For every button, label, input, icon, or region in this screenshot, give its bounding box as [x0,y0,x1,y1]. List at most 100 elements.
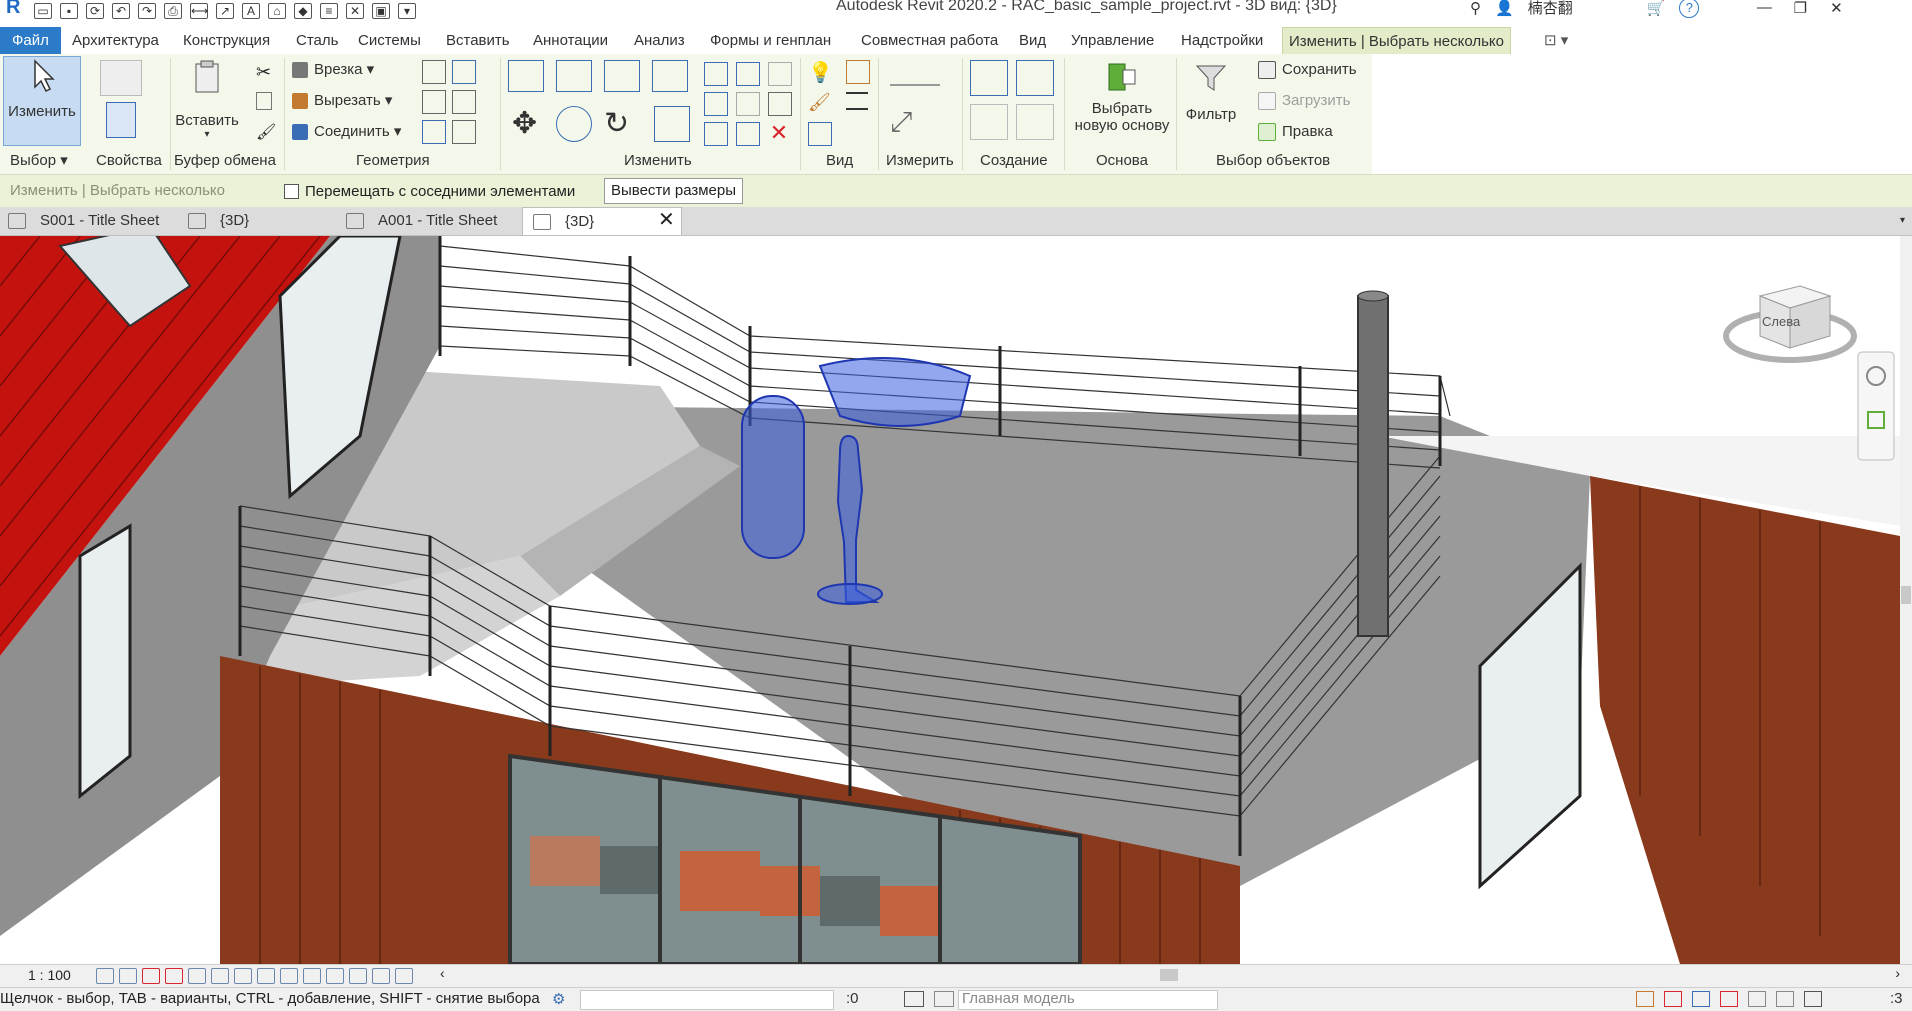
analytical-model-icon[interactable] [372,968,390,984]
linework-style-icon[interactable] [846,92,868,110]
dimension-icon[interactable]: ↗ [216,2,234,19]
user-icon[interactable]: 👤 [1495,0,1514,17]
split-gap-icon[interactable] [736,62,760,86]
background-processes-icon[interactable] [1776,991,1794,1007]
join-geometry-button[interactable]: Соединить ▾ [292,121,401,143]
copy-element-icon[interactable] [556,106,592,142]
visual-style-icon[interactable] [119,968,137,984]
switch-windows-icon[interactable]: ▣ [372,2,390,19]
section-icon[interactable]: ◆ [294,2,312,19]
open-icon[interactable]: ▭ [34,2,52,19]
create-assembly-icon[interactable] [970,60,1008,96]
scroll-left-icon[interactable]: ‹ [440,965,445,981]
redo-icon[interactable]: ↷ [138,2,156,19]
mirror-pick-axis-icon[interactable] [604,60,640,92]
3d-viewport[interactable]: Слева [0,236,1900,964]
close-tab-icon[interactable]: ✕ [658,207,675,232]
sync-icon[interactable]: ⟳ [86,2,104,19]
match-properties-icon[interactable]: 🖌 [256,122,278,144]
align-icon[interactable] [508,60,544,92]
modify-button[interactable]: Изменить [3,56,81,146]
properties-icon[interactable] [106,102,136,138]
detail-level-icon[interactable] [96,968,114,984]
tab-addins[interactable]: Надстройки [1175,27,1269,54]
tab-systems[interactable]: Системы [352,27,427,54]
hide-in-view-icon[interactable]: 💡 [808,60,833,84]
view-tab-a001[interactable]: A001 - Title Sheet [346,207,497,235]
drag-on-selection-icon[interactable] [1748,991,1766,1007]
cope-button[interactable]: Врезка ▾ [292,59,374,81]
select-underlay-icon[interactable] [1664,991,1682,1007]
close-window-button[interactable]: ✕ [1825,0,1847,17]
select-links-icon[interactable] [1636,991,1654,1007]
tab-view[interactable]: Вид [1013,27,1052,54]
crop-view-icon[interactable] [211,968,229,984]
scroll-right-icon[interactable]: › [1895,965,1900,981]
create-parts-icon[interactable] [1016,60,1054,96]
tab-massing-site[interactable]: Формы и генплан [704,27,837,54]
delete-icon[interactable]: ✕ [768,122,790,144]
filter-button[interactable]: Фильтр [1180,58,1242,123]
demolish-icon[interactable] [452,120,476,144]
create-similar-icon[interactable] [1016,104,1054,140]
workset-dropdown[interactable] [580,990,834,1010]
measure-icon[interactable]: ⟷ [190,2,208,19]
editable-only-icon[interactable] [904,991,924,1007]
tab-insert[interactable]: Вставить [440,27,516,54]
create-group-icon[interactable] [970,104,1008,140]
cart-icon[interactable]: 🛒 [1647,0,1666,17]
undo-icon[interactable]: ↶ [112,2,130,19]
cut-icon[interactable]: ✂ [256,62,278,84]
split-face-icon[interactable] [452,60,476,84]
worksets-icon[interactable]: ⚙ [552,990,572,1008]
vertical-scrollbar[interactable] [1900,236,1912,964]
ribbon-minimize-icon[interactable]: ⊡ ▾ [1538,27,1574,54]
mirror-draw-axis-icon[interactable] [652,60,688,92]
pin-icon[interactable] [768,92,792,116]
line-work-icon[interactable]: 🖌 [808,92,831,114]
tab-structure[interactable]: Конструкция [177,27,276,54]
paint-view-icon[interactable] [808,122,832,146]
thin-lines-icon[interactable]: ≡ [320,2,338,19]
view-tab-3d-1[interactable]: {3D} [188,207,249,235]
save-selection-button[interactable]: Сохранить [1258,59,1357,81]
tab-file[interactable]: Файл [0,27,61,54]
measure-distance-icon[interactable] [890,64,940,86]
view-scale[interactable]: 1 : 100 [28,967,71,983]
select-by-face-icon[interactable] [1720,991,1738,1007]
trim-multiple-icon[interactable] [736,122,760,146]
move-icon[interactable]: ✥ [512,106,546,140]
navigation-bar[interactable] [1857,351,1895,461]
minimize-button[interactable]: — [1753,0,1775,16]
model-canvas[interactable]: Слева [0,236,1900,964]
save-icon[interactable]: ▪ [60,2,78,19]
unpin-icon[interactable] [768,62,792,86]
customize-qat-icon[interactable]: ▾ [398,2,416,19]
temp-hide-icon[interactable] [280,968,298,984]
tab-overflow-icon[interactable]: ▾ [1900,207,1905,235]
3d-view-icon[interactable]: ⌂ [268,2,286,19]
tab-annotate[interactable]: Аннотации [527,27,614,54]
close-hidden-icon[interactable]: ✕ [346,2,364,19]
edit-selection-button[interactable]: Правка [1258,121,1333,143]
split-element-icon[interactable] [704,62,728,86]
type-properties-icon[interactable] [100,60,142,96]
horizontal-scrollbar[interactable]: ‹ › [440,965,1900,982]
reveal-hidden-icon[interactable] [303,968,321,984]
tab-analyze[interactable]: Анализ [628,27,691,54]
text-icon[interactable]: A [242,2,260,19]
select-pinned-icon[interactable] [1692,991,1710,1007]
trim-extend-icon[interactable] [654,106,690,142]
render-icon[interactable] [188,968,206,984]
rotate-icon[interactable]: ↻ [604,106,638,140]
join-roof-icon[interactable] [422,90,446,114]
user-name[interactable]: 楠杏翻 [1528,0,1573,18]
show-crop-icon[interactable] [234,968,252,984]
cut-geometry-button[interactable]: Вырезать ▾ [292,90,392,112]
pick-new-host-button[interactable]: Выбрать новую основу [1070,58,1174,134]
tab-architecture[interactable]: Архитектура [66,27,165,54]
tab-steel[interactable]: Сталь [290,27,344,54]
vertical-scroll-thumb[interactable] [1901,586,1911,604]
panel-select-label[interactable]: Выбор ▾ [10,150,68,172]
temp-view-properties-icon[interactable] [326,968,344,984]
